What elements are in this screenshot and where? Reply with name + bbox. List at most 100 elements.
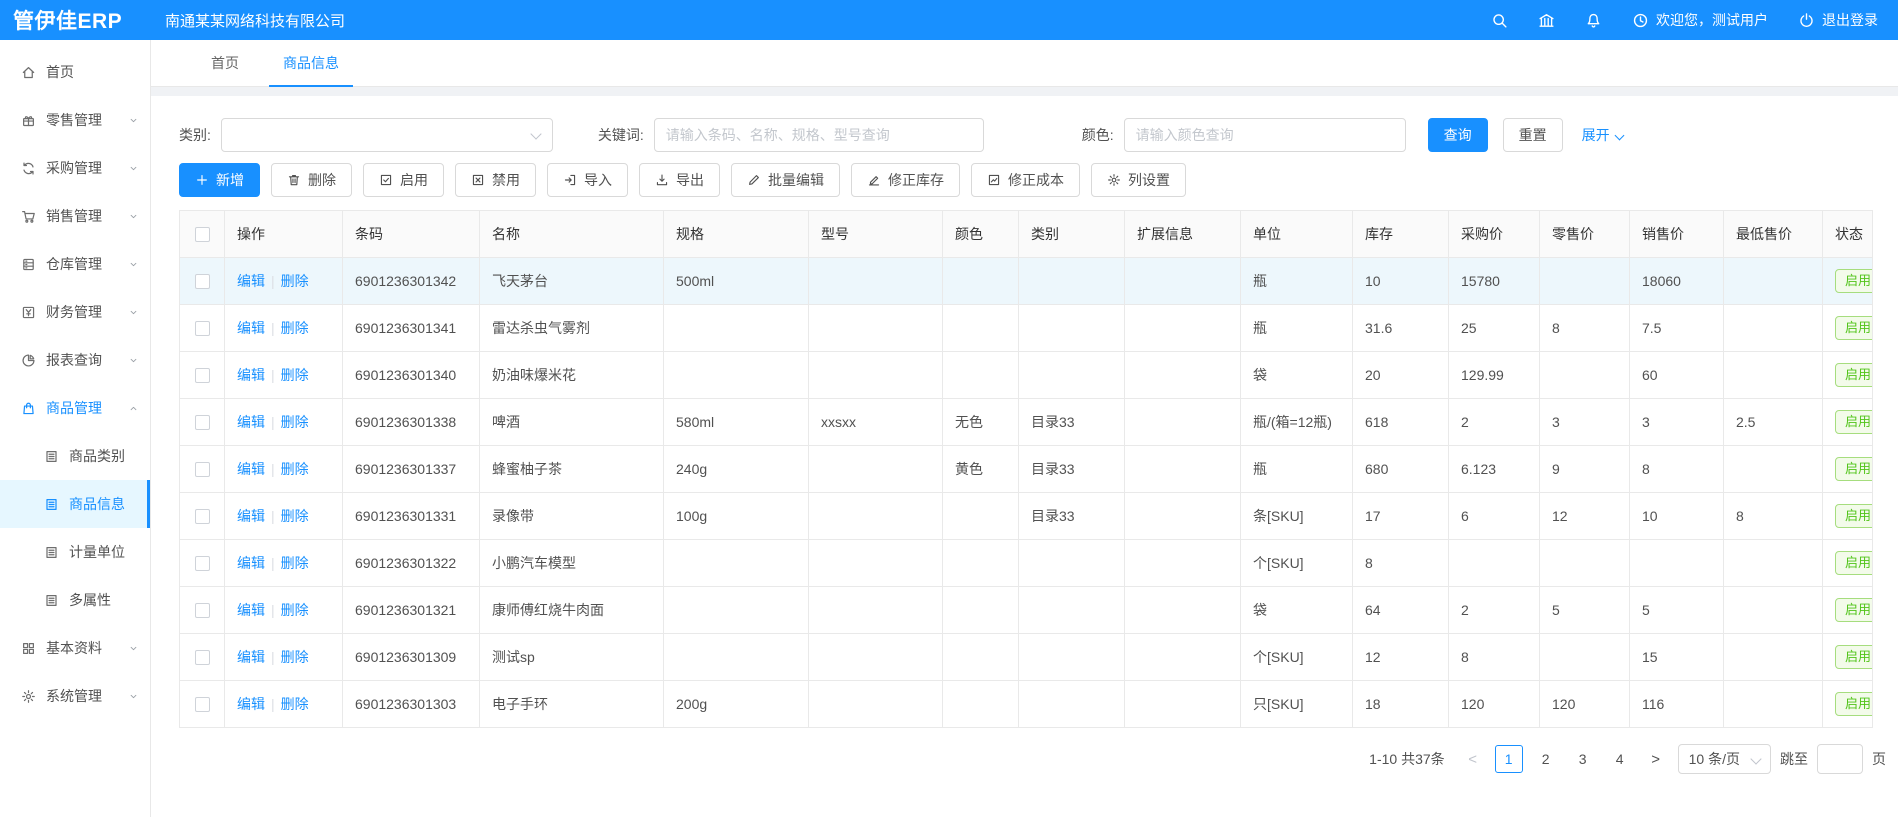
bell-icon[interactable] (1585, 12, 1602, 29)
edit-link[interactable]: 编辑 (237, 649, 265, 665)
delete-link[interactable]: 删除 (281, 508, 309, 524)
edit-link[interactable]: 编辑 (237, 461, 265, 477)
tab-home[interactable]: 首页 (189, 40, 261, 86)
adjust-stock-button[interactable]: 修正库存 (851, 163, 960, 197)
cell-category (1019, 681, 1125, 728)
delete-link[interactable]: 删除 (281, 414, 309, 430)
prev-page-button[interactable]: < (1460, 745, 1486, 773)
export-button[interactable]: 导出 (639, 163, 720, 197)
sidebar-item-goods-category[interactable]: 商品类别 (0, 432, 150, 480)
page-button-2[interactable]: 2 (1532, 745, 1560, 773)
chevron-down-icon (128, 163, 139, 174)
cell-category (1019, 352, 1125, 399)
delete-link[interactable]: 删除 (281, 555, 309, 571)
sidebar-item-goods-info[interactable]: 商品信息 (0, 480, 150, 528)
row-checkbox[interactable] (195, 603, 210, 618)
edit-link[interactable]: 编辑 (237, 414, 265, 430)
delete-button[interactable]: 删除 (271, 163, 352, 197)
row-checkbox[interactable] (195, 509, 210, 524)
row-checkbox[interactable] (195, 321, 210, 336)
sidebar-item-units[interactable]: 计量单位 (0, 528, 150, 576)
enable-button[interactable]: 启用 (363, 163, 444, 197)
disable-button[interactable]: 禁用 (455, 163, 536, 197)
sidebar-item-warehouse[interactable]: 仓库管理 (0, 240, 150, 288)
adjust-cost-button[interactable]: 修正成本 (971, 163, 1080, 197)
link-separator: | (271, 414, 275, 430)
table-row: 编辑|删除6901236301338啤酒580mlxxsxx无色目录33瓶/(箱… (180, 399, 1873, 446)
editline-icon (867, 173, 881, 187)
sidebar-item-basic-data[interactable]: 基本资料 (0, 624, 150, 672)
sidebar-item-label: 财务管理 (46, 302, 102, 322)
button-label: 修正成本 (1008, 170, 1064, 190)
sidebar-menu: 首页零售管理采购管理销售管理仓库管理财务管理报表查询商品管理商品类别商品信息计量… (0, 48, 150, 720)
cell-model (809, 258, 943, 305)
sidebar-item-attributes[interactable]: 多属性 (0, 576, 150, 624)
cell-retail: 3 (1540, 399, 1630, 446)
delete-link[interactable]: 删除 (281, 602, 309, 618)
cell-purchase: 2 (1449, 587, 1540, 634)
cell-color (943, 352, 1019, 399)
sidebar-item-purchase[interactable]: 采购管理 (0, 144, 150, 192)
sidebar-item-reports[interactable]: 报表查询 (0, 336, 150, 384)
sidebar-item-goods[interactable]: 商品管理 (0, 384, 150, 432)
row-checkbox[interactable] (195, 697, 210, 712)
delete-link[interactable]: 删除 (281, 461, 309, 477)
cell-name: 小鹏汽车模型 (480, 540, 664, 587)
row-checkbox[interactable] (195, 556, 210, 571)
row-checkbox[interactable] (195, 368, 210, 383)
next-page-button[interactable]: > (1643, 745, 1669, 773)
edit-link[interactable]: 编辑 (237, 508, 265, 524)
cell-unit: 只[SKU] (1241, 681, 1353, 728)
sidebar-item-retail[interactable]: 零售管理 (0, 96, 150, 144)
status-badge: 启用 (1835, 504, 1873, 528)
add-button[interactable]: 新增 (179, 163, 260, 197)
cell-purchase (1449, 540, 1540, 587)
search-button[interactable]: 查询 (1428, 118, 1488, 152)
logout-button[interactable]: 退出登录 (1798, 10, 1878, 30)
page-button-1[interactable]: 1 (1495, 745, 1523, 773)
cell-retail: 8 (1540, 305, 1630, 352)
sidebar-item-label: 采购管理 (46, 158, 102, 178)
bank-icon[interactable] (1538, 12, 1555, 29)
import-button[interactable]: 导入 (547, 163, 628, 197)
row-checkbox[interactable] (195, 274, 210, 289)
sidebar-item-system[interactable]: 系统管理 (0, 672, 150, 720)
color-input[interactable] (1124, 118, 1406, 152)
select-all-checkbox[interactable] (195, 227, 210, 242)
reset-button[interactable]: 重置 (1503, 118, 1563, 152)
edit-link[interactable]: 编辑 (237, 602, 265, 618)
delete-link[interactable]: 删除 (281, 696, 309, 712)
row-checkbox[interactable] (195, 650, 210, 665)
row-checkbox[interactable] (195, 415, 210, 430)
keyword-input[interactable] (654, 118, 984, 152)
delete-link[interactable]: 删除 (281, 649, 309, 665)
page-size-select[interactable]: 10 条/页 (1678, 744, 1771, 774)
page-button-4[interactable]: 4 (1606, 745, 1634, 773)
expand-link[interactable]: 展开 (1582, 125, 1623, 145)
edit-link[interactable]: 编辑 (237, 367, 265, 383)
jump-page-input[interactable] (1817, 744, 1863, 774)
cell-name: 电子手环 (480, 681, 664, 728)
edit-link[interactable]: 编辑 (237, 273, 265, 289)
gear-icon (21, 689, 36, 704)
column-config-button[interactable]: 列设置 (1091, 163, 1186, 197)
delete-link[interactable]: 删除 (281, 367, 309, 383)
search-icon[interactable] (1491, 12, 1508, 29)
tab-goods-info[interactable]: 商品信息 (261, 40, 361, 86)
sidebar-item-finance[interactable]: 财务管理 (0, 288, 150, 336)
edit-link[interactable]: 编辑 (237, 555, 265, 571)
sidebar-item-sales[interactable]: 销售管理 (0, 192, 150, 240)
cell-name: 测试sp (480, 634, 664, 681)
welcome-user[interactable]: 欢迎您，测试用户 (1632, 10, 1768, 30)
page-button-3[interactable]: 3 (1569, 745, 1597, 773)
delete-link[interactable]: 删除 (281, 273, 309, 289)
category-select[interactable] (221, 118, 553, 152)
cell-status: 启用 (1823, 446, 1873, 493)
sidebar-item-home[interactable]: 首页 (0, 48, 150, 96)
link-separator: | (271, 367, 275, 383)
row-checkbox[interactable] (195, 462, 210, 477)
edit-link[interactable]: 编辑 (237, 320, 265, 336)
edit-link[interactable]: 编辑 (237, 696, 265, 712)
batch-edit-button[interactable]: 批量编辑 (731, 163, 840, 197)
delete-link[interactable]: 删除 (281, 320, 309, 336)
